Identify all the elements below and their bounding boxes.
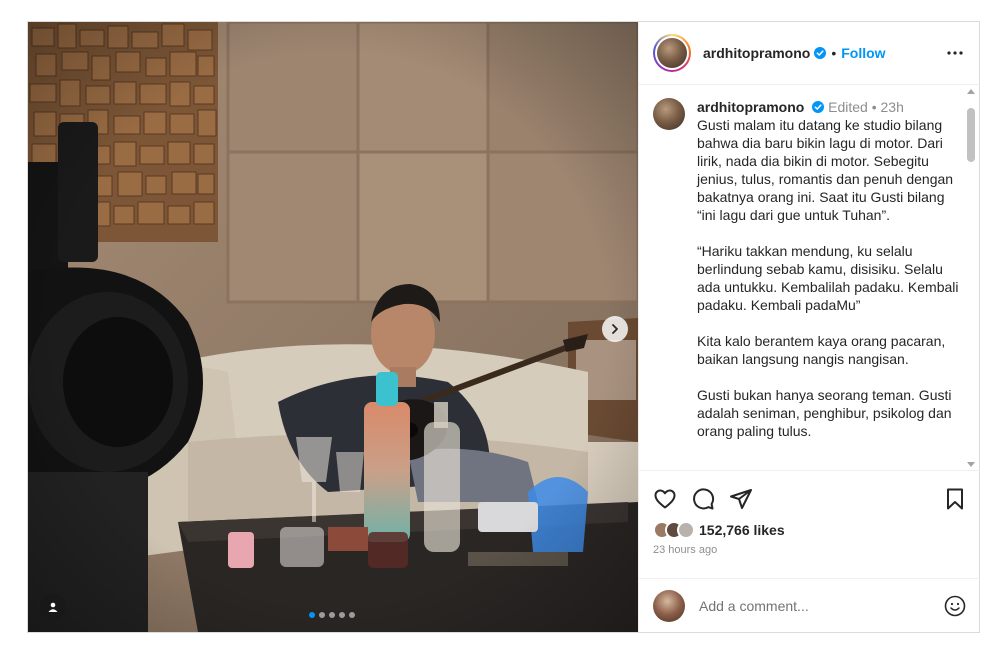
liker-avatar	[677, 521, 695, 539]
avatar	[653, 589, 685, 622]
carousel-dot	[319, 612, 325, 618]
add-comment-bar	[639, 578, 980, 632]
post-media[interactable]	[28, 22, 638, 632]
comments-scrollbar[interactable]	[965, 88, 977, 468]
avatar[interactable]	[653, 98, 685, 130]
comment-input[interactable]	[699, 597, 919, 614]
post-dialog: ardhitopramono • Follow ardhitopramono E…	[27, 21, 980, 633]
caption-meta: Edited • 23h	[828, 99, 904, 115]
carousel-dot	[309, 612, 315, 618]
heart-icon[interactable]	[653, 487, 677, 511]
tagged-users-button[interactable]	[40, 594, 66, 620]
carousel-dot	[339, 612, 345, 618]
scroll-up-icon[interactable]	[967, 88, 975, 96]
likes-row[interactable]: 152,766 likes	[653, 521, 785, 539]
comment-icon[interactable]	[691, 487, 715, 511]
caption-paragraph: Gusti malam itu datang ke studio bilang …	[697, 117, 954, 223]
post-header: ardhitopramono • Follow	[639, 22, 980, 85]
post-actions: 152,766 likes 23 hours ago	[639, 470, 980, 570]
likes-count[interactable]: 152,766 likes	[699, 522, 785, 538]
avatar	[657, 38, 687, 68]
share-icon[interactable]	[729, 487, 753, 511]
scroll-down-icon[interactable]	[967, 460, 975, 468]
verified-badge-icon	[812, 101, 825, 113]
bookmark-icon[interactable]	[943, 487, 967, 511]
post-timestamp[interactable]: 23 hours ago	[653, 544, 717, 556]
header-separator: •	[831, 45, 837, 61]
user-tag-icon	[48, 602, 58, 612]
carousel-indicators	[309, 612, 355, 618]
comments-section[interactable]: ardhitopramono Edited • 23h Gusti malam i…	[639, 86, 980, 470]
post-sidebar: ardhitopramono • Follow ardhitopramono E…	[638, 22, 980, 632]
post-caption: ardhitopramono Edited • 23h Gusti malam i…	[653, 98, 961, 458]
story-ring[interactable]	[653, 34, 691, 72]
caption-paragraph: “Hariku takkan mendung, ku selalu berlin…	[697, 243, 959, 313]
chevron-right-icon	[612, 324, 618, 334]
follow-button[interactable]: Follow	[841, 45, 885, 61]
author-username[interactable]: ardhitopramono	[703, 45, 810, 61]
verified-badge-icon	[814, 47, 827, 59]
emoji-icon[interactable]	[944, 595, 966, 617]
studio-photo	[28, 22, 638, 632]
caption-username[interactable]: ardhitopramono	[697, 99, 804, 115]
next-image-button[interactable]	[602, 316, 628, 342]
caption-paragraph: Gusti bukan hanya seorang teman. Gusti a…	[697, 387, 952, 439]
more-options-icon[interactable]	[946, 44, 964, 62]
caption-paragraph: Kita kalo berantem kaya orang pacaran, b…	[697, 333, 946, 367]
carousel-dot	[349, 612, 355, 618]
scrollbar-thumb[interactable]	[967, 108, 975, 162]
carousel-dot	[329, 612, 335, 618]
